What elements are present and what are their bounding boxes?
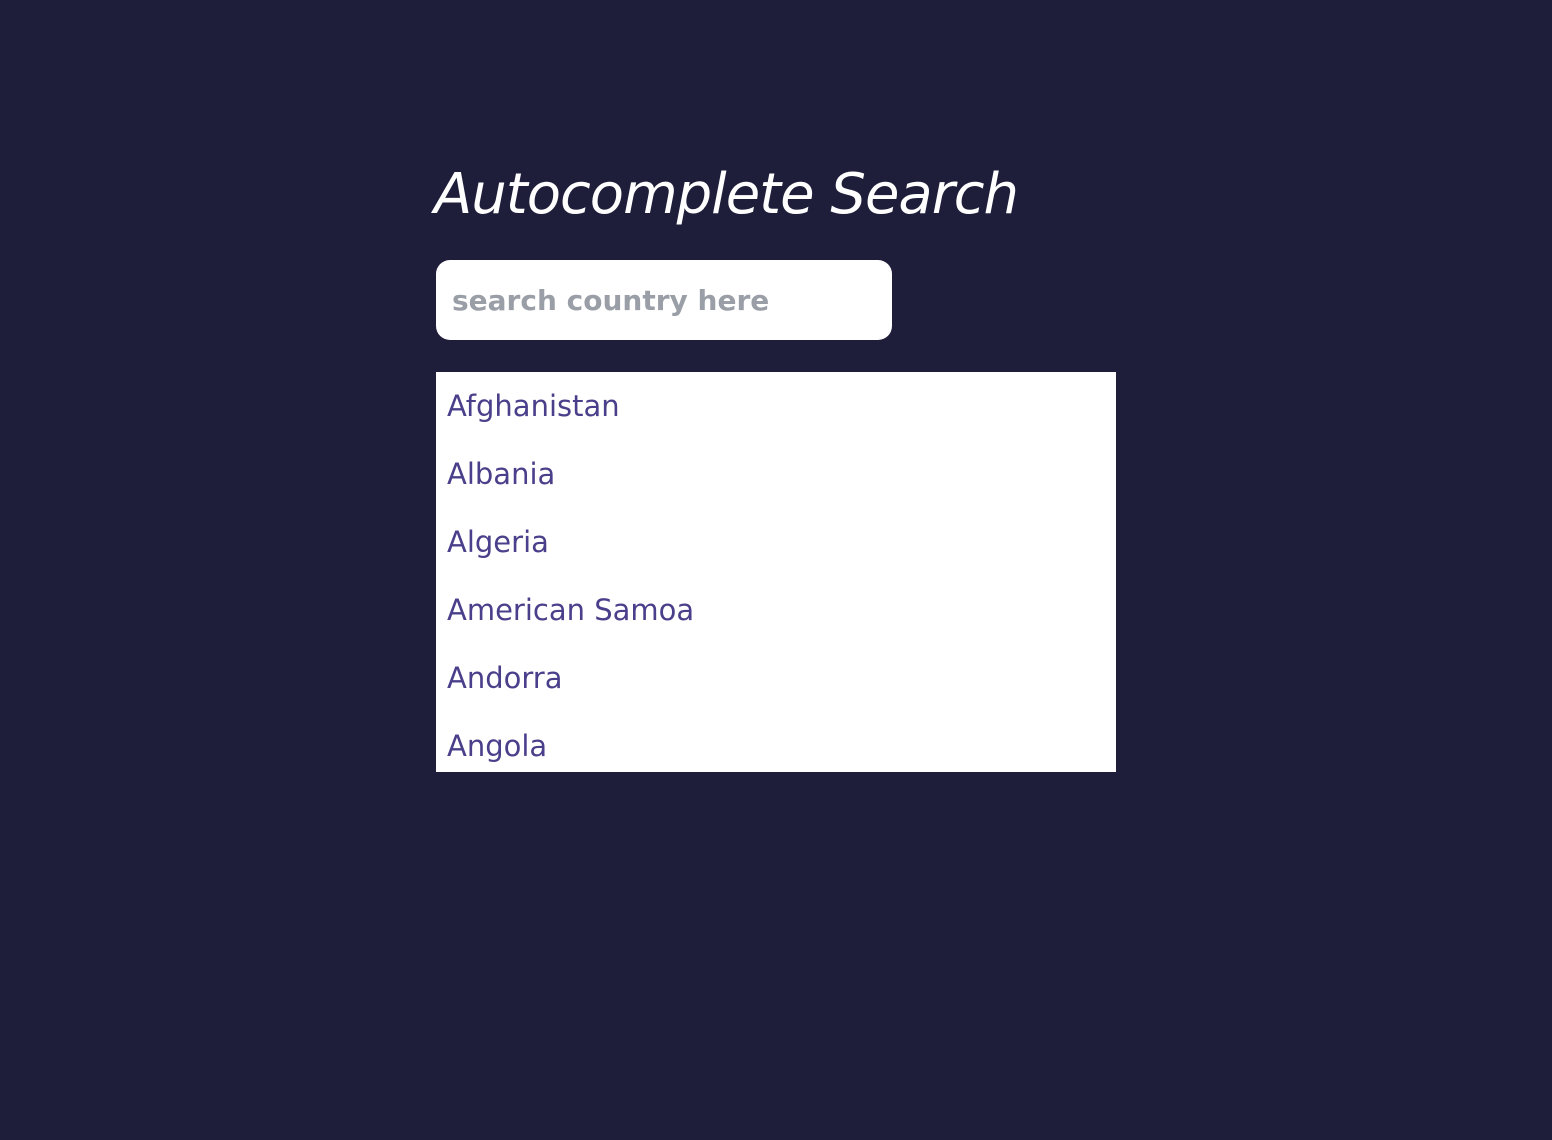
result-item[interactable]: Afghanistan: [436, 372, 1116, 440]
search-input[interactable]: [436, 260, 892, 340]
result-item[interactable]: Algeria: [436, 508, 1116, 576]
result-item[interactable]: Angola: [436, 712, 1116, 772]
page-title: Autocomplete Search: [434, 162, 1019, 227]
result-item[interactable]: American Samoa: [436, 576, 1116, 644]
result-item[interactable]: Albania: [436, 440, 1116, 508]
autocomplete-results-list: Afghanistan Albania Algeria American Sam…: [436, 372, 1116, 772]
result-item[interactable]: Andorra: [436, 644, 1116, 712]
